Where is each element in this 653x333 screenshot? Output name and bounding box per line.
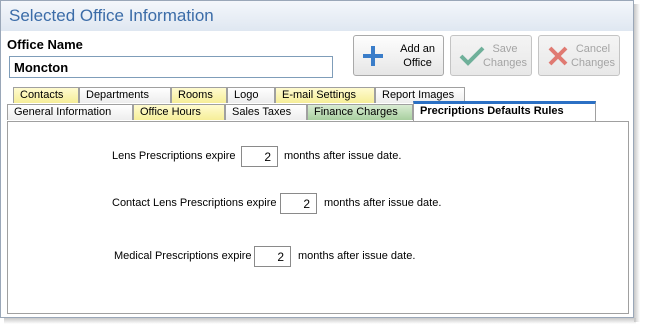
office-name-input[interactable] [9, 56, 333, 78]
prescription-rules-panel: Lens Prescriptions expire 2 months after… [7, 121, 629, 314]
window-title: Selected Office Information [9, 6, 214, 25]
save-changes-label-line2: Changes [482, 57, 527, 69]
lens-rx-row: Lens Prescriptions expire 2 months after… [112, 146, 452, 168]
save-changes-button[interactable]: Save Changes [450, 35, 532, 76]
tab-logo[interactable]: Logo [227, 87, 275, 103]
contact-lens-rx-label: Contact Lens Prescriptions expire [112, 197, 277, 209]
tab-precriptions-defaults-rules[interactable]: Precriptions Defaults Rules [413, 101, 596, 121]
tab-rooms[interactable]: Rooms [171, 87, 227, 103]
title-bar: Selected Office Information [1, 1, 633, 31]
medical-rx-label: Medical Prescriptions expire [114, 250, 252, 262]
cancel-changes-button[interactable]: Cancel Changes [538, 35, 620, 76]
tab-departments[interactable]: Departments [79, 87, 171, 103]
tab-office-hours[interactable]: Office Hours [133, 104, 225, 120]
x-icon [548, 46, 568, 66]
lens-rx-months-input[interactable]: 2 [241, 146, 278, 167]
window-shadow-right [634, 4, 640, 322]
add-office-label-line2: Office [403, 57, 432, 69]
contact-lens-rx-months-input[interactable]: 2 [280, 193, 317, 214]
office-info-window: Selected Office Information Office Name … [0, 0, 634, 318]
medical-rx-months-input[interactable]: 2 [254, 246, 291, 267]
add-office-label-line1: Add an [400, 43, 435, 55]
add-office-button[interactable]: Add an Office [353, 35, 444, 76]
cancel-changes-label-line2: Changes [570, 57, 615, 69]
medical-rx-row: Medical Prescriptions expire 2 months af… [114, 246, 474, 268]
medical-rx-suffix: months after issue date. [298, 250, 416, 262]
check-icon [459, 46, 485, 66]
cancel-changes-label-line1: Cancel [575, 43, 611, 55]
contact-lens-rx-suffix: months after issue date. [324, 197, 442, 209]
tab-sales-taxes[interactable]: Sales Taxes [225, 104, 307, 120]
plus-icon [363, 46, 383, 66]
tab-finance-charges[interactable]: Finance Charges [307, 104, 413, 120]
save-changes-label-line1: Save [492, 43, 518, 55]
tab-contacts[interactable]: Contacts [13, 87, 79, 103]
tab-row-front: General Information Office Hours Sales T… [1, 101, 635, 121]
tab-general-information[interactable]: General Information [7, 104, 133, 120]
lens-rx-suffix: months after issue date. [284, 150, 402, 162]
tab-email-settings[interactable]: E-mail Settings [275, 87, 375, 103]
lens-rx-label: Lens Prescriptions expire [112, 150, 236, 162]
contact-lens-rx-row: Contact Lens Prescriptions expire 2 mont… [112, 193, 492, 215]
window-shadow-bottom [4, 318, 636, 324]
office-name-label: Office Name [7, 37, 83, 52]
